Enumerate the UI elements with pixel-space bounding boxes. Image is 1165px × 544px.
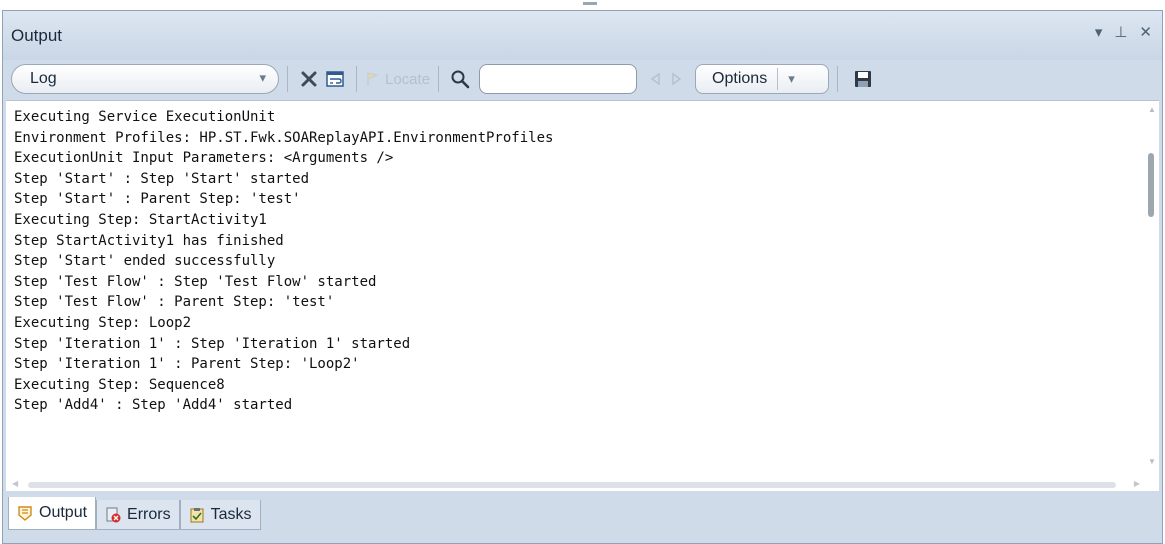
toolbar-divider <box>287 66 288 92</box>
scroll-left-icon[interactable]: ◀ <box>12 479 18 488</box>
locate-button[interactable]: Locate <box>365 71 430 88</box>
output-icon <box>18 506 32 521</box>
toolbar-divider <box>837 66 839 92</box>
locate-flag-icon <box>367 72 379 86</box>
tab-output-label: Output <box>39 504 88 521</box>
vertical-scrollbar[interactable]: ▲ ▼ <box>1145 101 1159 471</box>
save-button[interactable] <box>850 66 876 92</box>
panel-titlebar: Output ▾ ⊥ ✕ <box>3 11 1162 60</box>
log-line: Environment Profiles: HP.ST.Fwk.SOARepla… <box>14 129 554 146</box>
log-line: Step StartActivity1 has finished <box>14 232 284 249</box>
clear-x-icon <box>301 71 317 87</box>
log-line: Executing Step: Sequence8 <box>14 376 225 393</box>
log-line: Step 'Test Flow' : Step 'Test Flow' star… <box>14 273 377 290</box>
vertical-scroll-thumb[interactable] <box>1148 153 1154 217</box>
pin-icon[interactable]: ⊥ <box>1114 25 1127 41</box>
log-line: Executing Service ExecutionUnit <box>14 109 276 125</box>
horizontal-scrollbar[interactable]: ◀ ▶ <box>6 479 1146 491</box>
locate-label: Locate <box>385 70 431 88</box>
log-line: Step 'Start' : Step 'Start' started <box>14 170 310 187</box>
tab-errors[interactable]: Errors <box>96 500 180 530</box>
panel-menu-dropdown-icon[interactable]: ▾ <box>1095 25 1103 41</box>
panel-title: Output <box>11 26 63 45</box>
log-text: Executing Service ExecutionUnit Environme… <box>14 107 553 416</box>
panel-controls: ▾ ⊥ ✕ <box>1095 25 1152 41</box>
save-disk-icon <box>855 71 872 87</box>
errors-icon <box>106 507 121 522</box>
log-line: Step 'Iteration 1' : Step 'Iteration 1' … <box>14 335 411 352</box>
clear-button[interactable] <box>296 66 322 92</box>
output-panel: Output ▾ ⊥ ✕ Log ▾ Locate Options ▾ Exec… <box>2 10 1163 544</box>
splitter-grip[interactable] <box>583 2 597 5</box>
log-line: Step 'Start' : Parent Step: 'test' <box>14 191 301 208</box>
horizontal-scroll-thumb[interactable] <box>28 482 1116 488</box>
options-button[interactable]: Options ▾ <box>695 64 830 94</box>
chevron-down-icon: ▾ <box>259 70 266 85</box>
view-select[interactable]: Log ▾ <box>11 64 279 94</box>
find-previous-icon[interactable] <box>649 72 663 86</box>
log-line: Step 'Iteration 1' : Parent Step: 'Loop2… <box>14 356 360 373</box>
log-line: ExecutionUnit Input Parameters: <Argumen… <box>14 150 394 167</box>
tab-output[interactable]: Output <box>8 497 97 530</box>
log-line: Step 'Add4' : Step 'Add4' started <box>14 397 293 414</box>
tab-tasks[interactable]: Tasks <box>179 500 261 530</box>
search-icon <box>451 70 470 89</box>
options-dropdown-icon[interactable]: ▾ <box>778 71 795 87</box>
word-wrap-icon <box>326 71 344 87</box>
output-toolbar: Log ▾ Locate Options ▾ <box>11 62 1157 96</box>
find-next-icon[interactable] <box>669 72 683 86</box>
tab-errors-label: Errors <box>127 505 171 523</box>
scroll-right-icon[interactable]: ▶ <box>1134 479 1140 488</box>
view-select-value: Log <box>30 70 57 87</box>
log-line: Step 'Test Flow' : Parent Step: 'test' <box>14 294 335 311</box>
top-edge <box>0 0 1165 10</box>
toolbar-divider <box>438 66 440 92</box>
scroll-down-icon[interactable]: ▼ <box>1148 457 1156 466</box>
toolbar-divider <box>356 66 357 92</box>
find-button[interactable] <box>447 66 473 92</box>
log-line: Executing Step: Loop2 <box>14 314 192 331</box>
bottom-tab-bar: Output Errors Tasks <box>8 496 261 530</box>
word-wrap-button[interactable] <box>322 66 348 92</box>
tab-tasks-label: Tasks <box>210 505 252 523</box>
close-icon[interactable]: ✕ <box>1139 25 1152 41</box>
scroll-up-icon[interactable]: ▲ <box>1148 105 1156 114</box>
find-navigation <box>649 72 683 86</box>
output-log-area[interactable]: Executing Service ExecutionUnit Environme… <box>6 100 1159 491</box>
search-input[interactable] <box>479 64 638 94</box>
tasks-icon <box>190 507 204 522</box>
options-label: Options <box>696 68 779 90</box>
log-line: Step 'Start' ended successfully <box>14 253 276 270</box>
log-line: Executing Step: StartActivity1 <box>14 211 267 228</box>
